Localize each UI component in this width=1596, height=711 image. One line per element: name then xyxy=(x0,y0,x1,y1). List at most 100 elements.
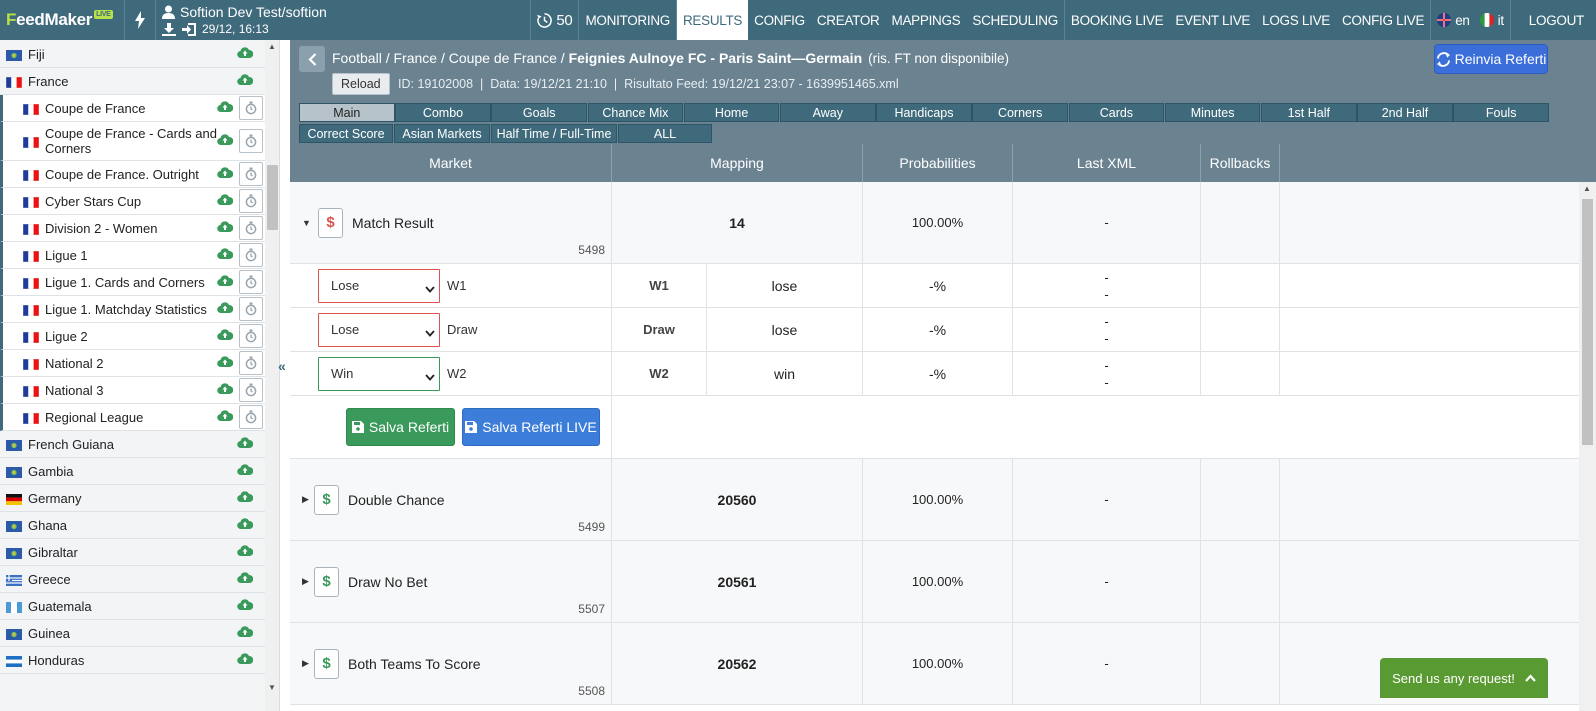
nav-scheduling[interactable]: SCHEDULING xyxy=(966,0,1064,40)
tab-goals[interactable]: Goals xyxy=(491,103,587,122)
cloud-upload-icon[interactable] xyxy=(237,571,254,587)
tab-fouls[interactable]: Fouls xyxy=(1453,103,1549,122)
cloud-upload-icon[interactable] xyxy=(217,382,234,398)
tab-main[interactable]: Main xyxy=(299,103,395,122)
caret-right-icon[interactable]: ▶ xyxy=(302,494,309,505)
cloud-upload-icon[interactable] xyxy=(237,598,254,614)
outcome-result-select[interactable]: Lose xyxy=(318,268,440,303)
sidebar-country-item[interactable]: Honduras xyxy=(0,647,265,674)
cloud-upload-icon[interactable] xyxy=(217,328,234,344)
stopwatch-button[interactable] xyxy=(239,378,263,402)
send-request-widget[interactable]: Send us any request! xyxy=(1380,658,1548,698)
dollar-icon[interactable]: $ xyxy=(318,207,343,238)
tab-cards[interactable]: Cards xyxy=(1068,103,1165,122)
market-name[interactable]: Both Teams To Score xyxy=(348,656,481,672)
nav-config[interactable]: CONFIG xyxy=(748,0,811,40)
sidebar-country-item[interactable]: Greece xyxy=(0,566,265,593)
cloud-upload-icon[interactable] xyxy=(217,193,234,209)
salva-referti-live-button[interactable]: Salva Referti LIVE xyxy=(462,408,600,446)
sidebar-league-item[interactable]: Cyber Stars Cup xyxy=(0,188,265,215)
nav-mappings[interactable]: MAPPINGS xyxy=(886,0,967,40)
sidebar-league-item[interactable]: Ligue 1. Matchday Statistics xyxy=(0,296,265,323)
stopwatch-button[interactable] xyxy=(239,405,263,429)
cloud-upload-icon[interactable] xyxy=(237,517,254,533)
outcome-result-select[interactable]: Win xyxy=(318,356,440,391)
sidebar-league-item[interactable]: Ligue 2 xyxy=(0,323,265,350)
login-icon[interactable] xyxy=(182,22,196,36)
main-scroll-thumb[interactable] xyxy=(1582,199,1593,445)
tab-handicaps[interactable]: Handicaps xyxy=(876,103,972,122)
column-header-probabilities[interactable]: Probabilities xyxy=(863,144,1013,182)
cloud-upload-icon[interactable] xyxy=(217,355,234,371)
cloud-upload-icon[interactable] xyxy=(217,409,234,425)
dollar-icon[interactable]: $ xyxy=(314,484,339,515)
scroll-up-arrow[interactable]: ▲ xyxy=(268,42,276,51)
tab-away[interactable]: Away xyxy=(780,103,876,122)
tab-corners[interactable]: Corners xyxy=(972,103,1068,122)
sidebar-country-item[interactable]: Guatemala xyxy=(0,593,265,620)
main-scrollbar[interactable]: ▲ xyxy=(1579,182,1596,711)
tab-1st-half[interactable]: 1st Half xyxy=(1261,103,1357,122)
caret-right-icon[interactable]: ▶ xyxy=(302,658,309,669)
collapse-sidebar-toggle[interactable]: « xyxy=(278,40,290,711)
tab-combo[interactable]: Combo xyxy=(395,103,491,122)
download-icon[interactable] xyxy=(162,22,176,36)
nav-logs-live[interactable]: LOGS LIVE xyxy=(1256,0,1336,40)
double-chevron-left-icon[interactable]: « xyxy=(278,358,286,374)
stopwatch-button[interactable] xyxy=(239,129,263,153)
italy-flag-icon[interactable] xyxy=(1479,13,1494,27)
reload-button[interactable]: Reload xyxy=(332,73,390,95)
market-name[interactable]: Draw No Bet xyxy=(348,574,427,590)
nav-event-live[interactable]: EVENT LIVE xyxy=(1169,0,1256,40)
cloud-upload-icon[interactable] xyxy=(217,301,234,317)
sidebar-league-item[interactable]: National 2 xyxy=(0,350,265,377)
column-header-market[interactable]: Market xyxy=(290,144,612,182)
cloud-upload-icon[interactable] xyxy=(237,544,254,560)
sidebar-league-item[interactable]: Coupe de France. Outright xyxy=(0,161,265,188)
market-name[interactable]: Match Result xyxy=(352,215,434,231)
tab-2nd-half[interactable]: 2nd Half xyxy=(1357,103,1453,122)
back-button[interactable] xyxy=(299,46,325,72)
stopwatch-button[interactable] xyxy=(239,351,263,375)
sidebar-league-item[interactable]: Division 2 - Women xyxy=(0,215,265,242)
reinvia-referti-button[interactable]: Reinvia Referti xyxy=(1434,44,1548,74)
tab-home[interactable]: Home xyxy=(683,103,780,122)
stopwatch-button[interactable] xyxy=(239,297,263,321)
cloud-upload-icon[interactable] xyxy=(217,133,234,149)
cloud-upload-icon[interactable] xyxy=(217,274,234,290)
table-row[interactable]: ▶ $ Double Chance 5499 20560 100.00% - xyxy=(290,459,1579,541)
outcome-result-select[interactable]: Lose xyxy=(318,312,440,347)
sidebar-scrollbar[interactable]: ▲ ▼ xyxy=(265,40,279,711)
column-header-mapping[interactable]: Mapping xyxy=(612,144,863,182)
stopwatch-button[interactable] xyxy=(239,216,263,240)
feedmaker-logo[interactable]: FeedMaker LIVE xyxy=(0,0,124,40)
sidebar-league-item[interactable]: Ligue 1 xyxy=(0,242,265,269)
tab-all[interactable]: ALL xyxy=(618,124,712,143)
sidebar-league-item[interactable]: Regional League xyxy=(0,404,265,431)
cloud-upload-icon[interactable] xyxy=(217,100,234,116)
tab-minutes[interactable]: Minutes xyxy=(1164,103,1261,122)
sidebar-country-item[interactable]: France xyxy=(0,68,265,95)
column-header-last-xml[interactable]: Last XML xyxy=(1013,144,1201,182)
stopwatch-button[interactable] xyxy=(239,270,263,294)
sidebar-country-item[interactable]: Gambia xyxy=(0,458,265,485)
nav-monitoring[interactable]: MONITORING xyxy=(578,0,676,40)
tab-correct-score[interactable]: Correct Score xyxy=(299,124,393,143)
lightning-icon[interactable] xyxy=(124,0,156,40)
uk-flag-icon[interactable] xyxy=(1437,13,1452,27)
nav-config-live[interactable]: CONFIG LIVE xyxy=(1336,0,1430,40)
dollar-icon[interactable]: $ xyxy=(314,648,339,679)
language-switch[interactable]: en it xyxy=(1430,0,1510,40)
cloud-upload-icon[interactable] xyxy=(237,46,254,62)
cloud-upload-icon[interactable] xyxy=(237,463,254,479)
sidebar-league-item[interactable]: Coupe de France - Cards and Corners xyxy=(0,122,265,161)
nav-results[interactable]: RESULTS xyxy=(675,0,749,40)
sidebar-league-item[interactable]: National 3 xyxy=(0,377,265,404)
dollar-icon[interactable]: $ xyxy=(314,566,339,597)
cloud-upload-icon[interactable] xyxy=(217,220,234,236)
sidebar-country-item[interactable]: Ghana xyxy=(0,512,265,539)
sidebar-league-item[interactable]: Coupe de France xyxy=(0,95,265,122)
nav-booking-live[interactable]: BOOKING LIVE xyxy=(1063,0,1169,40)
sidebar-country-item[interactable]: Fiji xyxy=(0,41,265,68)
history-counter[interactable]: 50 xyxy=(530,0,578,40)
